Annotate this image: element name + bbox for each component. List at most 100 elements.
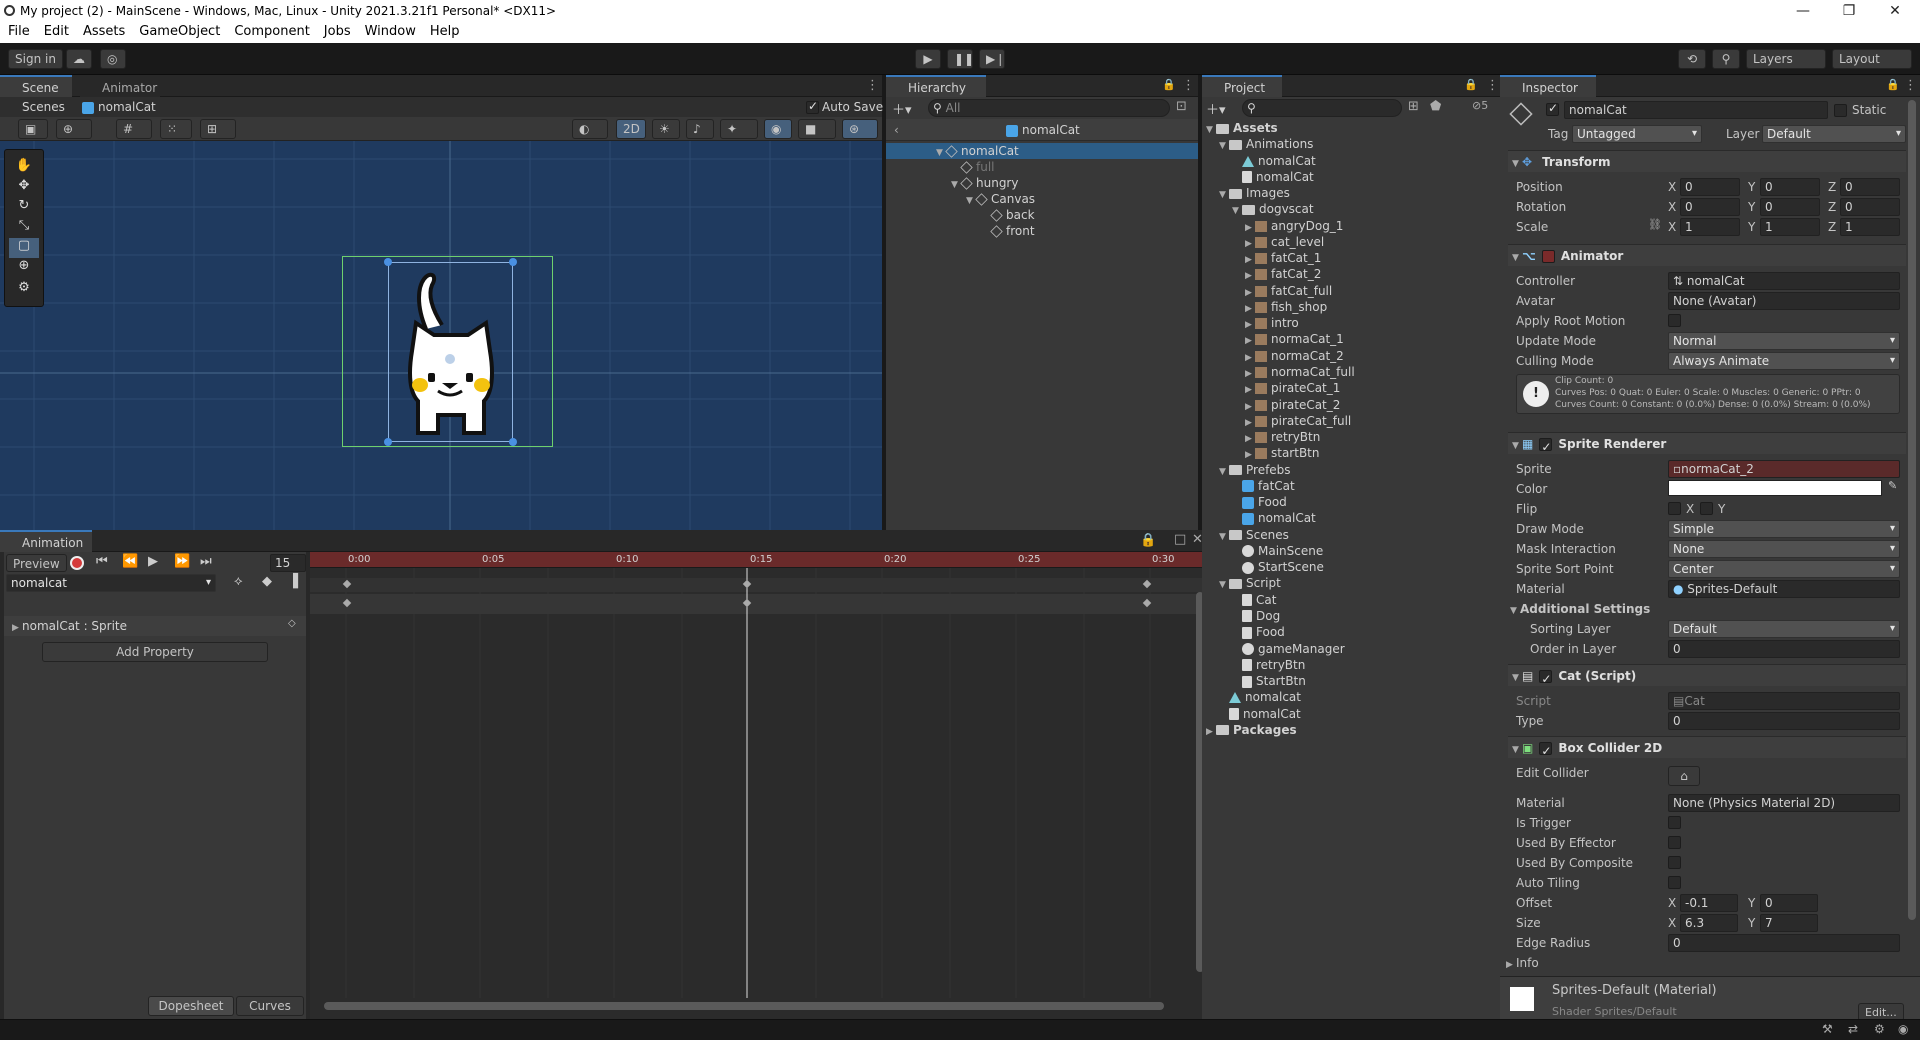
hierarchy-item[interactable]: front: [886, 223, 1198, 239]
edit-collider-button[interactable]: ⌂: [1668, 766, 1700, 786]
visibility-icon[interactable]: ◉: [764, 119, 792, 139]
controller-field[interactable]: ⇅ nomalCat: [1668, 272, 1900, 290]
close-button[interactable]: ✕: [1872, 0, 1918, 22]
project-item[interactable]: nomalCat: [1202, 169, 1504, 185]
property-row[interactable]: ▶ nomalCat : Sprite ◇: [4, 616, 306, 636]
culling-mode-dropdown[interactable]: Always Animate: [1668, 352, 1900, 370]
hierarchy-search-input[interactable]: ⚲ All: [928, 99, 1170, 117]
scale-y-field[interactable]: 1: [1760, 218, 1820, 236]
static-checkbox[interactable]: [1834, 104, 1847, 117]
avatar-field[interactable]: None (Avatar): [1668, 292, 1900, 310]
hierarchy-item[interactable]: ▼ nomalCat: [886, 143, 1198, 159]
tab-animation[interactable]: Animation: [0, 530, 92, 552]
maximize-icon[interactable]: □: [1174, 532, 1186, 547]
camera-icon[interactable]: ■: [798, 119, 836, 139]
next-key-icon[interactable]: ⏩: [174, 554, 190, 569]
tab-hierarchy[interactable]: Hierarchy: [886, 75, 986, 97]
root-motion-checkbox[interactable]: [1668, 314, 1681, 327]
scale-x-field[interactable]: 1: [1680, 218, 1740, 236]
maximize-button[interactable]: ❐: [1826, 0, 1872, 22]
menu-file[interactable]: File: [0, 22, 37, 39]
project-item[interactable]: Cat: [1202, 592, 1504, 608]
hierarchy-item[interactable]: full: [886, 159, 1198, 175]
project-item[interactable]: ▶ fish_shop: [1202, 299, 1504, 315]
edge-radius-field[interactable]: 0: [1668, 934, 1900, 952]
sorting-layer-dropdown[interactable]: Default: [1668, 620, 1900, 638]
draw-mode-button[interactable]: ◐: [572, 119, 608, 139]
lock-icon[interactable]: 🔒: [1162, 78, 1176, 91]
clip-dropdown[interactable]: nomalcat: [6, 574, 216, 592]
lighting-icon[interactable]: ☀: [652, 119, 680, 139]
play-button[interactable]: ▶: [915, 49, 941, 69]
project-item[interactable]: ▶ startBtn: [1202, 445, 1504, 461]
offset-y-field[interactable]: 0: [1760, 894, 1818, 912]
hierarchy-item[interactable]: ▼ Canvas: [886, 191, 1198, 207]
more-icon[interactable]: ⋮: [1486, 78, 1499, 93]
project-item[interactable]: ▶ fatCat_1: [1202, 250, 1504, 266]
record-icon[interactable]: [70, 556, 84, 570]
transform-tool-icon[interactable]: ⊕: [9, 258, 39, 278]
project-item[interactable]: ▼ Animations: [1202, 136, 1504, 152]
project-item[interactable]: Food: [1202, 494, 1504, 510]
sr-material-field[interactable]: ● Sprites-Default: [1668, 580, 1900, 598]
layer-dropdown[interactable]: Default: [1762, 125, 1906, 143]
more-icon[interactable]: ⋮: [1182, 78, 1195, 93]
transform-header[interactable]: ▼ ✥ Transform: [1508, 150, 1906, 172]
network-icon[interactable]: ⇄: [1848, 1022, 1858, 1036]
used-by-composite-checkbox[interactable]: [1668, 856, 1681, 869]
scale-z-field[interactable]: 1: [1840, 218, 1900, 236]
hierarchy-item[interactable]: back: [886, 207, 1198, 223]
project-item[interactable]: ▶ pirateCat_full: [1202, 413, 1504, 429]
timeline-area[interactable]: 0:00 0:05 0:10 0:15 0:20 0:25 0:30: [310, 552, 1206, 1019]
project-item[interactable]: StartScene: [1202, 559, 1504, 575]
hand-tool-icon[interactable]: ✋: [9, 158, 39, 178]
progress-icon[interactable]: ⚒: [1822, 1022, 1833, 1036]
menu-component[interactable]: Component: [227, 22, 316, 39]
project-item[interactable]: MainScene: [1202, 543, 1504, 559]
active-checkbox[interactable]: [1546, 101, 1559, 116]
project-item[interactable]: ▶ fatCat_full: [1202, 283, 1504, 299]
project-item[interactable]: retryBtn: [1202, 657, 1504, 673]
type-field[interactable]: 0: [1668, 712, 1900, 730]
timeline-hscrollbar[interactable]: [324, 1002, 1164, 1010]
box-collider-enabled-checkbox[interactable]: [1539, 740, 1553, 762]
tab-project[interactable]: Project: [1202, 75, 1282, 97]
rotation-z-field[interactable]: 0: [1840, 198, 1900, 216]
expand-arrow-icon[interactable]: ▶: [1206, 724, 1216, 740]
prev-key-icon[interactable]: ⏪: [122, 554, 138, 569]
tab-scene[interactable]: Scene: [0, 75, 72, 97]
auto-save-checkbox[interactable]: [806, 99, 819, 114]
debug-icon[interactable]: ⚙: [1874, 1022, 1885, 1036]
rotation-x-field[interactable]: 0: [1680, 198, 1740, 216]
console-icon[interactable]: ◉: [1898, 1022, 1908, 1036]
project-item[interactable]: StartBtn: [1202, 673, 1504, 689]
project-item[interactable]: ▼ Assets: [1202, 120, 1504, 136]
scale-tool-icon[interactable]: ⤡: [9, 218, 39, 238]
project-item[interactable]: ▶ pirateCat_1: [1202, 380, 1504, 396]
sign-in-button[interactable]: Sign in: [8, 49, 63, 69]
project-item[interactable]: ▶ normaCat_full: [1202, 364, 1504, 380]
project-search-input[interactable]: ⚲: [1242, 99, 1402, 117]
event-marker-icon[interactable]: ▐: [288, 574, 298, 589]
filter-type-icon[interactable]: ⊞: [1408, 99, 1419, 114]
collab-icon[interactable]: ◎: [100, 49, 126, 69]
flip-y-checkbox[interactable]: [1700, 502, 1713, 515]
effects-icon[interactable]: ✦: [720, 119, 758, 139]
hierarchy-item[interactable]: ▼ hungry: [886, 175, 1198, 191]
project-item[interactable]: ▼ Scenes: [1202, 527, 1504, 543]
tag-dropdown[interactable]: Untagged: [1572, 125, 1702, 143]
project-item[interactable]: ▶ angryDog_1: [1202, 218, 1504, 234]
menu-window[interactable]: Window: [358, 22, 423, 39]
cat-script-enabled-checkbox[interactable]: [1539, 668, 1553, 690]
used-by-effector-checkbox[interactable]: [1668, 836, 1681, 849]
more-icon[interactable]: ⋮: [866, 78, 879, 93]
sprite-renderer-enabled-checkbox[interactable]: [1539, 436, 1553, 458]
filter-label-icon[interactable]: ⬟: [1430, 99, 1441, 114]
lock-icon[interactable]: 🔒: [1464, 78, 1478, 91]
cat-script-header[interactable]: ▼▤Cat (Script): [1508, 664, 1906, 690]
layers-dropdown[interactable]: Layers: [1746, 49, 1826, 69]
link-icon[interactable]: ⛓: [1648, 218, 1662, 231]
object-name-field[interactable]: nomalCat: [1564, 101, 1828, 119]
gizmo-button[interactable]: ⊕: [56, 119, 92, 139]
project-item[interactable]: ▼ Prefebs: [1202, 462, 1504, 478]
